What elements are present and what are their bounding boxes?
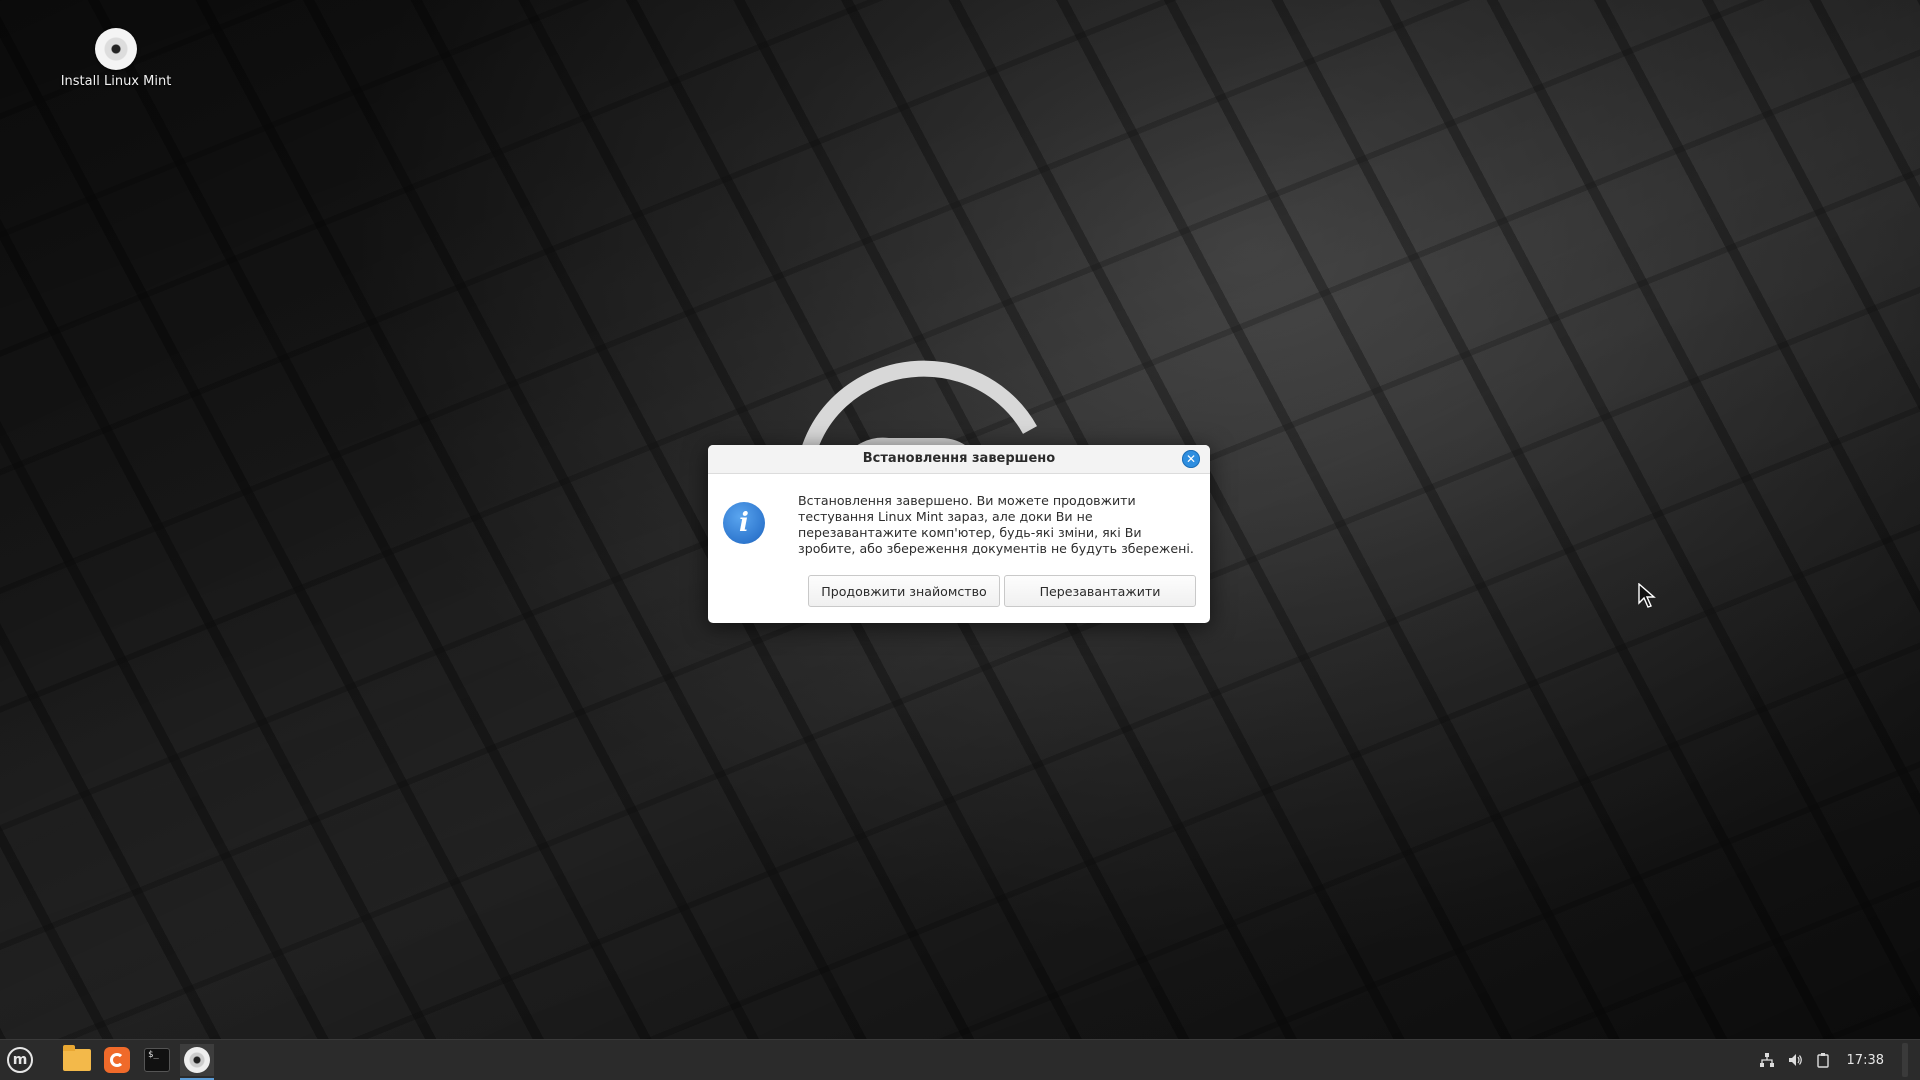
- continue-testing-button[interactable]: Продовжити знайомство: [808, 575, 1000, 607]
- installer-window-button[interactable]: [180, 1044, 214, 1080]
- mouse-cursor-icon: [1638, 583, 1656, 608]
- disc-icon: [95, 28, 137, 70]
- desktop: Install Linux Mint Встановлення завершен…: [0, 0, 1920, 1080]
- dialog-titlebar[interactable]: Встановлення завершено ✕: [708, 445, 1210, 474]
- installation-complete-dialog: Встановлення завершено ✕ i Встановлення …: [708, 445, 1210, 623]
- firefox-icon: [104, 1047, 130, 1073]
- info-icon: i: [723, 502, 765, 544]
- network-icon[interactable]: [1759, 1052, 1775, 1068]
- taskbar: m $_ 17:38: [0, 1039, 1920, 1080]
- volume-icon[interactable]: [1787, 1052, 1803, 1068]
- dialog-buttons: Продовжити знайомство Перезавантажити: [808, 575, 1196, 609]
- files-icon: [63, 1045, 91, 1071]
- files-launcher[interactable]: [60, 1044, 94, 1076]
- clock[interactable]: 17:38: [1847, 1053, 1884, 1068]
- system-tray: 17:38: [1759, 1040, 1920, 1080]
- dialog-title: Встановлення завершено: [862, 451, 1056, 466]
- clipboard-icon[interactable]: [1815, 1052, 1831, 1068]
- dialog-message: Встановлення завершено. Ви можете продов…: [798, 493, 1194, 556]
- firefox-launcher[interactable]: [100, 1044, 134, 1076]
- mint-menu-icon: m: [7, 1047, 33, 1073]
- show-desktop-button[interactable]: [1902, 1043, 1908, 1077]
- terminal-launcher[interactable]: $_: [140, 1044, 174, 1076]
- restart-now-button[interactable]: Перезавантажити: [1004, 575, 1196, 607]
- installer-icon: [184, 1047, 210, 1073]
- desktop-icon-install-linux-mint[interactable]: Install Linux Mint: [52, 28, 180, 89]
- close-icon[interactable]: ✕: [1182, 450, 1200, 468]
- terminal-icon: $_: [144, 1048, 170, 1072]
- desktop-icon-label: Install Linux Mint: [60, 74, 172, 89]
- mint-menu-button[interactable]: m: [3, 1044, 37, 1076]
